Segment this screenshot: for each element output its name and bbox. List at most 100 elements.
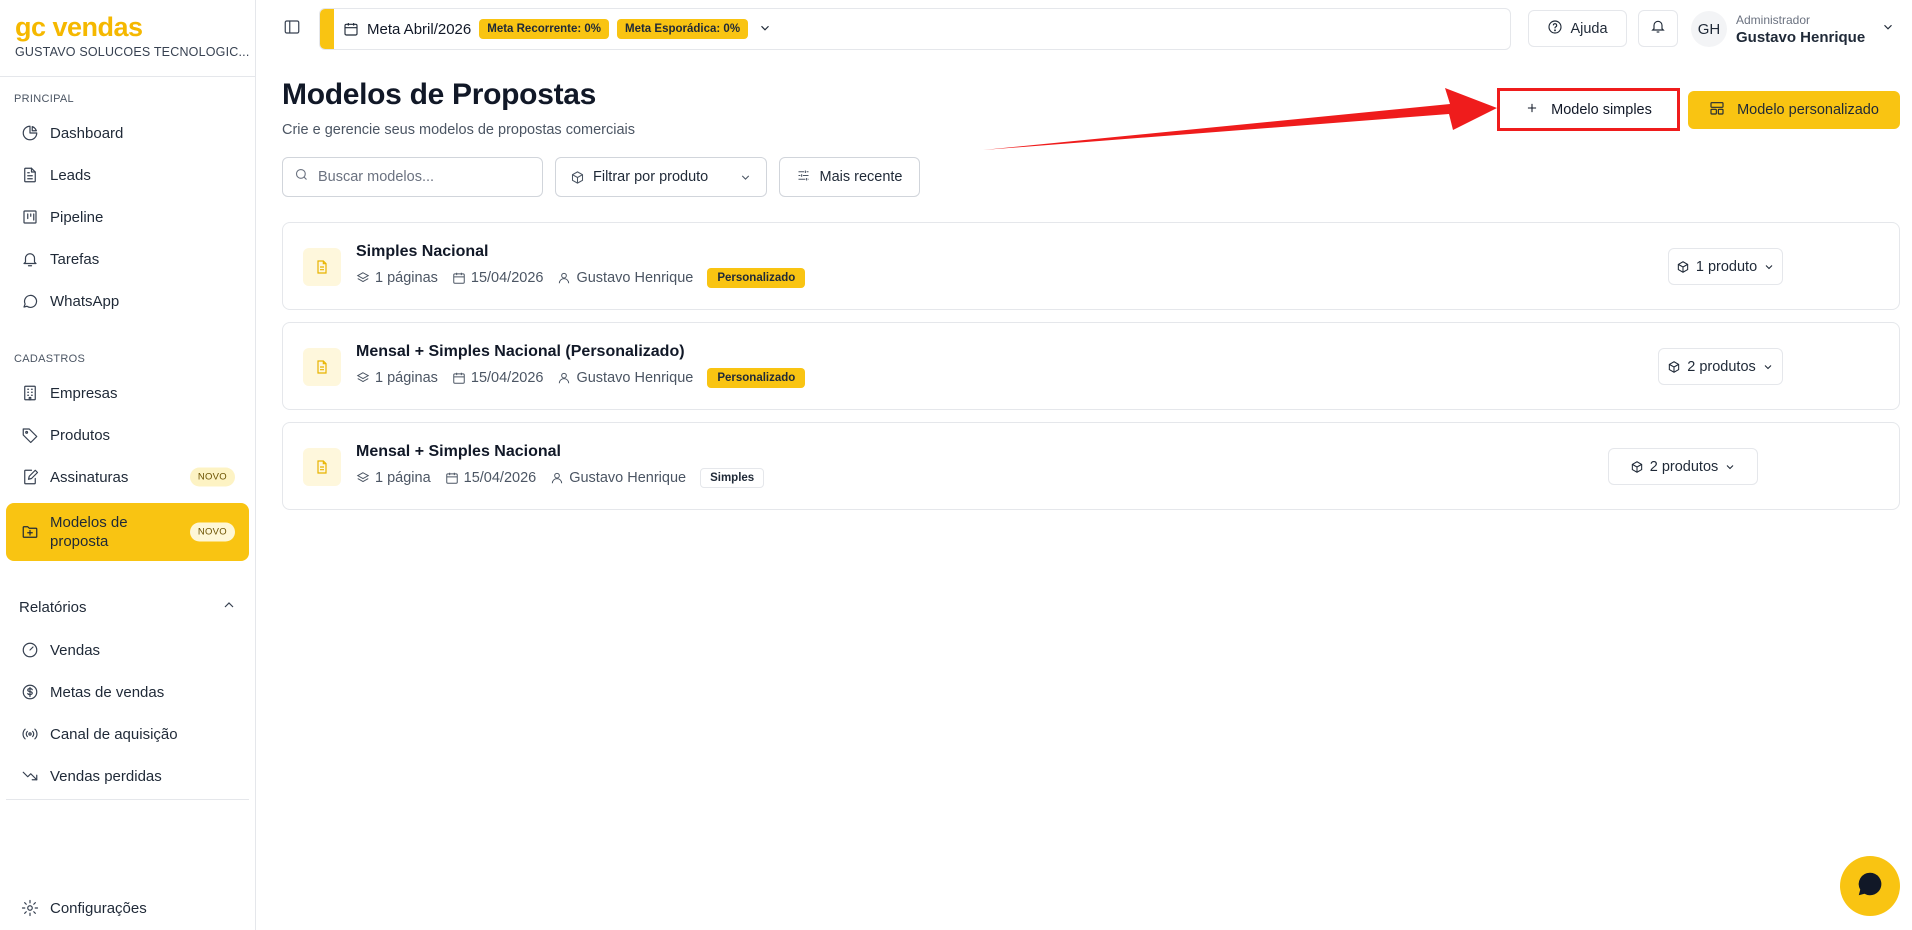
layers-icon xyxy=(356,472,370,483)
kanban-icon xyxy=(20,207,40,227)
sidebar-item-canal-de-aquisicao[interactable]: Canal de aquisição xyxy=(6,714,249,754)
group-label: Relatórios xyxy=(19,598,87,616)
model-title[interactable]: Mensal + Simples Nacional (Personalizado… xyxy=(356,343,685,361)
sidebar-item-label: Configurações xyxy=(50,899,147,917)
section-label-principal: PRINCIPAL xyxy=(14,93,74,105)
sidebar-item-produtos[interactable]: Produtos xyxy=(6,415,249,455)
goal-recurring-badge: Meta Recorrente: 0% xyxy=(479,19,609,39)
products-dropdown[interactable]: 2 produtos xyxy=(1608,448,1758,485)
model-author: Gustavo Henrique xyxy=(569,470,687,486)
pages-info: 1 páginas xyxy=(356,370,438,386)
cube-icon xyxy=(1677,260,1689,273)
user-role: Administrador xyxy=(1736,12,1811,27)
user-info: Administrador Gustavo Henrique xyxy=(1736,13,1865,46)
pages-info: 1 página xyxy=(356,470,431,486)
sidebar-item-metas-de-vendas[interactable]: Metas de vendas xyxy=(6,672,249,712)
sidebar-item-label: Vendas perdidas xyxy=(50,767,162,785)
sidebar-item-tarefas[interactable]: Tarefas xyxy=(6,239,249,279)
sidebar: gc vendas GUSTAVO SOLUCOES TECNOLOGIC...… xyxy=(0,0,256,930)
chat-bubble-icon xyxy=(20,291,40,311)
chevron-down-icon xyxy=(739,171,752,188)
support-chat-button[interactable] xyxy=(1840,856,1900,916)
calendar-icon xyxy=(453,272,465,284)
layout-template-icon xyxy=(1709,100,1725,120)
sidebar-item-leads[interactable]: Leads xyxy=(6,155,249,195)
products-count: 2 produtos xyxy=(1687,358,1756,375)
help-circle-icon xyxy=(1547,19,1563,39)
model-card[interactable]: Simples Nacional 1 páginas 15/04/2026 Gu… xyxy=(282,222,1900,310)
model-title[interactable]: Mensal + Simples Nacional xyxy=(356,443,561,461)
group-header-relatorios[interactable]: Relatórios xyxy=(19,597,237,617)
sidebar-item-label: Dashboard xyxy=(50,124,124,142)
sidebar-toggle-button[interactable] xyxy=(283,18,303,38)
sidebar-item-configuracoes[interactable]: Configurações xyxy=(6,888,249,928)
sidebar-item-empresas[interactable]: Empresas xyxy=(6,373,249,413)
chevron-down-icon xyxy=(1881,20,1895,39)
bell-icon xyxy=(20,249,40,269)
sidebar-item-modelos-de-proposta[interactable]: Modelos de proposta NOVO xyxy=(6,503,249,561)
sidebar-item-vendas[interactable]: Vendas xyxy=(6,630,249,670)
new-simple-model-button[interactable]: Modelo simples xyxy=(1497,88,1680,131)
pages-count: 1 páginas xyxy=(375,370,438,386)
building-icon xyxy=(20,383,40,403)
products-dropdown[interactable]: 2 produtos xyxy=(1658,348,1783,385)
date-info: 15/04/2026 xyxy=(445,470,536,486)
model-meta: 1 página 15/04/2026 Gustavo Henrique Sim… xyxy=(356,468,765,488)
sales-goal-bar[interactable]: Meta Abril/2026 Meta Recorrente: 0% Meta… xyxy=(319,8,1511,50)
model-date: 15/04/2026 xyxy=(470,370,544,386)
sidebar-item-whatsapp[interactable]: WhatsApp xyxy=(6,281,249,321)
author-info: Gustavo Henrique xyxy=(557,370,693,386)
sidebar-item-label: Tarefas xyxy=(50,250,100,268)
products-dropdown[interactable]: 1 produto xyxy=(1668,248,1783,285)
signature-icon xyxy=(20,467,40,487)
date-info: 15/04/2026 xyxy=(452,270,543,286)
user-icon xyxy=(559,272,570,284)
divider xyxy=(6,799,249,800)
layers-icon xyxy=(356,272,370,283)
sidebar-item-vendas-perdidas[interactable]: Vendas perdidas xyxy=(6,756,249,796)
sidebar-toggle-icon xyxy=(283,20,301,40)
gauge-icon xyxy=(20,640,40,660)
model-author: Gustavo Henrique xyxy=(576,370,694,386)
pages-count: 1 páginas xyxy=(375,270,438,286)
goal-stripe xyxy=(320,9,334,49)
author-info: Gustavo Henrique xyxy=(550,470,686,486)
sidebar-item-label: Pipeline xyxy=(50,208,104,226)
model-card[interactable]: Mensal + Simples Nacional 1 página 15/04… xyxy=(282,422,1900,510)
brand-logo[interactable]: gc vendas xyxy=(15,12,250,42)
model-type-badge: Personalizado xyxy=(707,268,806,288)
product-filter-select[interactable]: Filtrar por produto xyxy=(555,157,767,197)
sidebar-item-label: Assinaturas xyxy=(50,468,129,486)
sidebar-item-assinaturas[interactable]: Assinaturas NOVO xyxy=(6,457,249,497)
user-menu[interactable]: GH Administrador Gustavo Henrique xyxy=(1691,8,1901,50)
new-custom-model-button[interactable]: Modelo personalizado xyxy=(1688,91,1900,129)
model-author: Gustavo Henrique xyxy=(576,270,694,286)
sort-button[interactable]: Mais recente xyxy=(779,157,920,197)
model-type-badge: Personalizado xyxy=(707,368,806,388)
calendar-icon xyxy=(453,372,465,384)
sidebar-item-label: Vendas xyxy=(50,641,101,659)
divider xyxy=(0,76,256,77)
gear-icon xyxy=(20,898,40,918)
user-name: Gustavo Henrique xyxy=(1736,28,1866,46)
sidebar-item-dashboard[interactable]: Dashboard xyxy=(6,113,249,153)
search-input[interactable] xyxy=(318,169,528,185)
new-badge: NOVO xyxy=(189,467,235,487)
model-card[interactable]: Mensal + Simples Nacional (Personalizado… xyxy=(282,322,1900,410)
section-label-cadastros: CADASTROS xyxy=(14,353,86,365)
sidebar-item-label: WhatsApp xyxy=(50,292,120,310)
model-title[interactable]: Simples Nacional xyxy=(356,243,489,261)
page-title: Modelos de Propostas xyxy=(282,78,597,111)
help-button[interactable]: Ajuda xyxy=(1528,10,1627,47)
chevron-down-icon[interactable] xyxy=(758,21,774,37)
new-badge: NOVO xyxy=(189,522,235,542)
sort-label: Mais recente xyxy=(819,169,903,185)
sidebar-item-pipeline[interactable]: Pipeline xyxy=(6,197,249,237)
author-info: Gustavo Henrique xyxy=(557,270,693,286)
goal-title: Meta Abril/2026 xyxy=(367,20,472,38)
date-info: 15/04/2026 xyxy=(452,370,544,386)
notifications-button[interactable] xyxy=(1638,10,1678,47)
chat-icon xyxy=(1855,869,1885,904)
products-count: 1 produto xyxy=(1695,258,1758,275)
tag-icon xyxy=(20,425,40,445)
